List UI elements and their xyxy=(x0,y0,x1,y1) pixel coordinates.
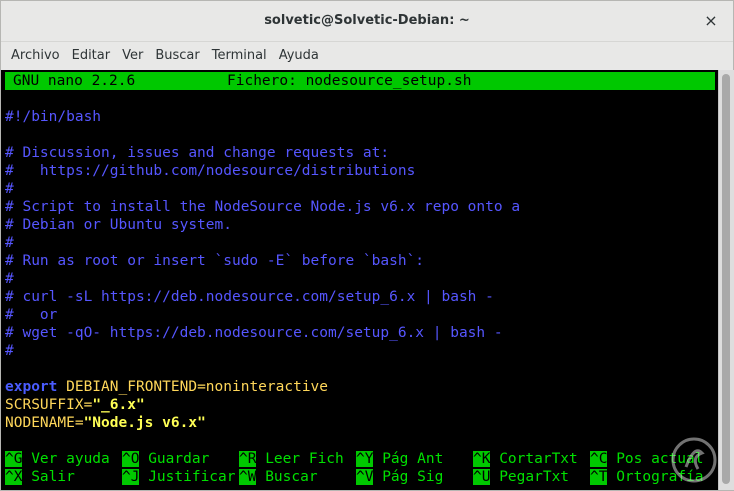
shortcut-key: ^X xyxy=(5,469,23,485)
shortcut-key: ^K xyxy=(473,451,491,467)
code-line: # Run as root or insert `sudo -E` before… xyxy=(5,253,425,269)
shortcut-key: ^Y xyxy=(356,451,374,467)
shortcut-key: ^C xyxy=(590,451,608,467)
shortcut-pegartxt[interactable]: ^U PegarTxt xyxy=(473,468,569,486)
code-line: #!/bin/bash xyxy=(5,109,102,125)
vertical-scrollbar[interactable] xyxy=(718,70,734,490)
close-icon[interactable]: × xyxy=(703,13,719,29)
nano-version: GNU nano 2.2.6 xyxy=(13,73,136,89)
window-title: solvetic@Solvetic-Debian: ~ xyxy=(264,13,470,28)
code-line: # xyxy=(5,343,14,359)
code-line: # xyxy=(5,181,14,197)
menu-ver[interactable]: Ver xyxy=(116,42,149,69)
shortcut-pag-ant[interactable]: ^Y Pág Ant xyxy=(356,450,443,468)
shortcut-pag-sig[interactable]: ^V Pág Sig xyxy=(356,468,443,486)
shortcut-label: PegarTxt xyxy=(490,469,570,485)
shortcut-cortartxt[interactable]: ^K CortarTxt xyxy=(473,450,578,468)
shortcut-justificar[interactable]: ^J Justificar xyxy=(122,468,236,486)
menu-editar[interactable]: Editar xyxy=(66,42,117,69)
shortcut-label: Justificar xyxy=(139,469,236,485)
terminal-window: solvetic@Solvetic-Debian: ~ × Archivo Ed… xyxy=(0,0,734,491)
terminal-area[interactable]: GNU nano 2.2.6 Fichero: nodesource_setup… xyxy=(1,70,718,490)
shortcut-key: ^W xyxy=(239,469,257,485)
shortcut-salir[interactable]: ^X Salir xyxy=(5,468,75,486)
scrsuffix-value: "_6.x" xyxy=(92,397,145,413)
shortcut-label: Pág Sig xyxy=(373,469,444,485)
scrsuffix-name: SCRSUFFIX= xyxy=(5,397,93,413)
shortcut-ver-ayuda[interactable]: ^G Ver ayuda xyxy=(5,450,110,468)
shortcut-guardar[interactable]: ^O Guardar xyxy=(122,450,209,468)
shortcut-buscar[interactable]: ^W Buscar xyxy=(239,468,318,486)
shortcut-key: ^O xyxy=(122,451,140,467)
shortcut-key: ^V xyxy=(356,469,374,485)
code-line: # xyxy=(5,235,14,251)
export-assignment: DEBIAN_FRONTEND=noninteractive xyxy=(57,379,329,395)
menu-archivo[interactable]: Archivo xyxy=(5,42,66,69)
shortcut-key: ^R xyxy=(239,451,257,467)
shortcut-label: Pág Ant xyxy=(373,451,444,467)
code-line: # curl -sL https://deb.nodesource.com/se… xyxy=(5,289,494,305)
shortcut-label: Buscar xyxy=(256,469,318,485)
menu-buscar[interactable]: Buscar xyxy=(149,42,205,69)
menu-terminal[interactable]: Terminal xyxy=(206,42,273,69)
code-line-nodename: NODENAME="Node.js v6.x" xyxy=(5,414,206,432)
nano-file-label: Fichero: nodesource_setup.sh xyxy=(227,73,472,89)
export-keyword: export xyxy=(5,379,58,395)
code-line: # Debian or Ubuntu system. xyxy=(5,217,232,233)
code-line: # xyxy=(5,271,14,287)
code-line: # wget -qO- https://deb.nodesource.com/s… xyxy=(5,325,503,341)
code-line: # or xyxy=(5,307,58,323)
shortcut-key: ^U xyxy=(473,469,491,485)
code-line: # Script to install the NodeSource Node.… xyxy=(5,199,521,215)
shortcut-key: ^T xyxy=(590,469,608,485)
menu-ayuda[interactable]: Ayuda xyxy=(273,42,325,69)
menu-bar: Archivo Editar Ver Buscar Terminal Ayuda xyxy=(1,42,733,69)
shortcut-label: Leer Fich xyxy=(256,451,344,467)
code-line: # https://github.com/nodesource/distribu… xyxy=(5,163,416,179)
shortcut-label: Salir xyxy=(22,469,75,485)
code-line: # Discussion, issues and change requests… xyxy=(5,145,390,161)
nodename-name: NODENAME= xyxy=(5,415,84,431)
title-bar: solvetic@Solvetic-Debian: ~ × xyxy=(1,1,733,42)
shortcut-key: ^J xyxy=(122,469,140,485)
shortcut-key: ^G xyxy=(5,451,23,467)
code-line-export: export DEBIAN_FRONTEND=noninteractive xyxy=(5,378,328,396)
scrollbar-thumb[interactable] xyxy=(722,74,730,484)
nano-header: GNU nano 2.2.6 Fichero: nodesource_setup… xyxy=(5,72,715,90)
code-line-scrsuffix: SCRSUFFIX="_6.x" xyxy=(5,396,145,414)
shortcut-leer-fich[interactable]: ^R Leer Fich xyxy=(239,450,344,468)
shortcut-label: CortarTxt xyxy=(490,451,578,467)
solvetic-logo-icon xyxy=(671,437,717,483)
shortcut-label: Guardar xyxy=(139,451,210,467)
nodename-value: "Node.js v6.x" xyxy=(83,415,206,431)
shortcut-label: Ver ayuda xyxy=(22,451,110,467)
